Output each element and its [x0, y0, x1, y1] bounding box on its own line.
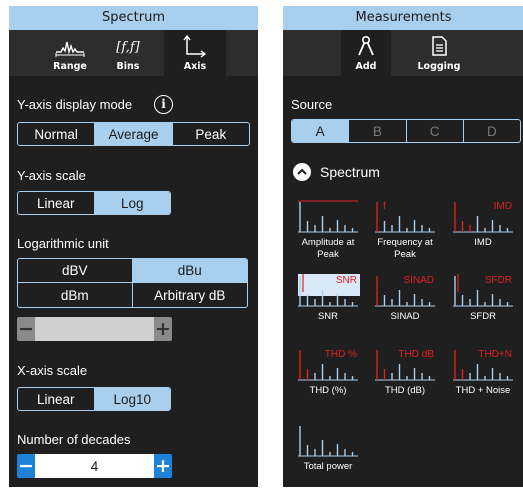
tile-overlay-text: THD %: [325, 349, 357, 360]
option-average[interactable]: Average: [95, 123, 173, 145]
logging-document-icon: [411, 34, 467, 58]
tile-overlay-text: SFDR: [485, 275, 512, 286]
tile-label: Amplitude at Peak: [301, 237, 355, 260]
spectrum-thumbnail-icon: [291, 420, 365, 458]
x-scale-label: X-axis scale: [17, 363, 88, 378]
tile-label: THD (dB): [384, 385, 426, 396]
y-scale-label: Y-axis scale: [17, 168, 86, 183]
tab-add[interactable]: Add: [341, 30, 391, 76]
tile-snr[interactable]: SNR SNR: [291, 270, 365, 323]
source-selector: A B C D: [291, 119, 521, 143]
tile-thd-noise[interactable]: THD+N THD + Noise: [446, 344, 520, 397]
option-linear[interactable]: Linear: [18, 388, 95, 410]
spectrum-thumbnail-icon: THD dB: [368, 344, 442, 382]
tab-bins[interactable]: [f,f] Bins: [102, 30, 154, 76]
collapse-chevron-icon[interactable]: [293, 163, 311, 181]
option-dbm[interactable]: dBm: [18, 283, 133, 307]
tab-logging-label: Logging: [417, 61, 461, 72]
tile-thd[interactable]: THD % THD (%): [291, 344, 365, 397]
tab-bins-label: Bins: [116, 61, 140, 72]
y-display-mode-selector: Normal Average Peak: [17, 122, 250, 146]
spectrum-section-title: Spectrum: [320, 164, 380, 180]
tile-overlay-text: THD dB: [398, 349, 434, 360]
increment-button: +: [154, 317, 172, 341]
tile-label: Frequency at Peak: [377, 237, 433, 260]
measurements-panel: Measurements Add Logging Source A B C D …: [283, 6, 523, 487]
arbitrary-db-stepper: − +: [17, 317, 172, 341]
spectrum-tab-bar: Range [f,f] Bins Axis: [9, 30, 258, 76]
axis-icon: [164, 34, 226, 58]
option-log[interactable]: Log: [94, 192, 170, 214]
source-a[interactable]: A: [292, 120, 350, 142]
tab-range-label: Range: [53, 61, 87, 72]
info-icon[interactable]: i: [154, 95, 173, 114]
decades-label: Number of decades: [17, 432, 131, 447]
tab-axis-label: Axis: [183, 61, 207, 72]
spectrum-thumbnail-icon: THD %: [291, 344, 365, 382]
y-display-mode-label: Y-axis display mode: [17, 97, 133, 112]
tile-sinad[interactable]: SINAD SINAD: [368, 270, 442, 323]
tab-axis[interactable]: Axis: [164, 30, 226, 76]
tile-total-power[interactable]: Total power: [291, 420, 365, 473]
tile-frequency-at-peak[interactable]: f Frequency at Peak: [368, 196, 442, 261]
source-b[interactable]: B: [349, 120, 407, 142]
decrement-button[interactable]: −: [17, 454, 35, 478]
spectrum-thumbnail-icon: THD+N: [446, 344, 520, 382]
tile-thd-db[interactable]: THD dB THD (dB): [368, 344, 442, 397]
option-dbu[interactable]: dBu: [132, 259, 247, 283]
spectrum-thumbnail-icon: SINAD: [368, 270, 442, 308]
increment-button[interactable]: +: [154, 454, 172, 478]
source-c[interactable]: C: [407, 120, 464, 142]
decades-value[interactable]: 4: [35, 454, 154, 478]
option-peak[interactable]: Peak: [173, 123, 249, 145]
tile-amplitude-at-peak[interactable]: Amplitude at Peak: [291, 196, 365, 261]
option-log10[interactable]: Log10: [94, 388, 170, 410]
tile-overlay-text: IMD: [494, 201, 512, 212]
option-arbitrary-db[interactable]: Arbitrary dB: [133, 283, 248, 307]
tab-add-label: Add: [355, 61, 377, 72]
tile-imd[interactable]: IMD IMD: [446, 196, 520, 249]
range-icon: [44, 34, 96, 58]
tile-sfdr[interactable]: SFDR SFDR: [446, 270, 520, 323]
option-linear[interactable]: Linear: [18, 192, 95, 214]
arbitrary-db-value: [35, 317, 154, 341]
log-unit-label: Logarithmic unit: [17, 236, 109, 251]
spectrum-panel: Spectrum Range [f,f] Bins Axis Y-axis di…: [9, 6, 258, 487]
log-unit-selector: dBV dBu dBm Arbitrary dB: [17, 258, 248, 308]
tab-range[interactable]: Range: [44, 30, 96, 76]
measurements-panel-title: Measurements: [283, 6, 523, 30]
source-label: Source: [291, 97, 333, 112]
measurements-tab-bar: Add Logging: [283, 30, 523, 76]
tile-label: SNR: [317, 311, 339, 322]
spectrum-thumbnail-icon: IMD: [446, 196, 520, 234]
add-probe-icon: [341, 34, 391, 58]
tile-overlay-text: SNR: [336, 275, 357, 286]
tile-overlay-text: THD+N: [478, 349, 512, 360]
tile-label: SFDR: [470, 311, 496, 322]
tile-label: THD (%): [309, 385, 347, 396]
y-scale-selector: Linear Log: [17, 191, 171, 215]
tab-logging[interactable]: Logging: [411, 30, 467, 76]
svg-text:[f,f]: [f,f]: [116, 40, 140, 55]
bins-icon: [f,f]: [102, 34, 154, 58]
x-scale-selector: Linear Log10: [17, 387, 171, 411]
tile-overlay-text: SINAD: [403, 275, 434, 286]
spectrum-thumbnail-icon: [291, 196, 365, 234]
tile-label: Total power: [303, 461, 353, 472]
decades-stepper: − 4 +: [17, 454, 172, 478]
spectrum-panel-title: Spectrum: [9, 6, 258, 30]
tile-label: SINAD: [390, 311, 420, 322]
tile-label: THD + Noise: [455, 385, 511, 396]
tile-label: IMD: [474, 237, 492, 248]
spectrum-thumbnail-icon: f: [368, 196, 442, 234]
option-dbv[interactable]: dBV: [18, 259, 133, 283]
source-d[interactable]: D: [464, 120, 520, 142]
decrement-button: −: [17, 317, 35, 341]
option-normal[interactable]: Normal: [18, 123, 96, 145]
spectrum-thumbnail-icon: SNR: [291, 270, 365, 308]
spectrum-section-header[interactable]: Spectrum: [293, 163, 380, 181]
tile-overlay-text: f: [383, 201, 386, 212]
spectrum-thumbnail-icon: SFDR: [446, 270, 520, 308]
